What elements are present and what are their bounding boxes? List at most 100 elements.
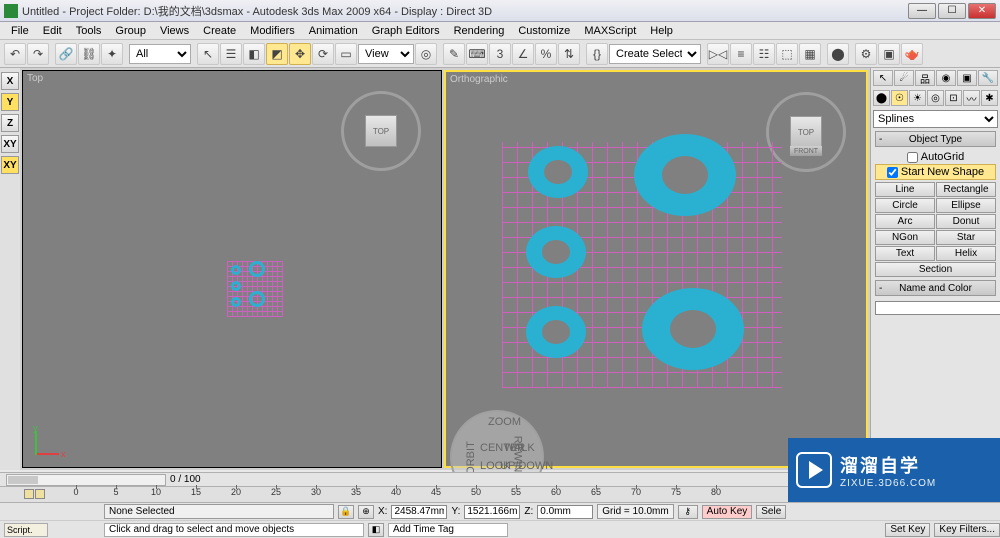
set-key-button[interactable]: Set Key [885,523,930,537]
menu-edit[interactable]: Edit [36,25,69,37]
y-coord-input[interactable] [464,505,520,519]
viewcube[interactable]: TOP [341,91,421,171]
object-name-input[interactable] [875,301,1000,315]
viewport-scrollbar[interactable] [6,474,166,486]
menu-animation[interactable]: Animation [302,25,365,37]
constrain-z-button[interactable]: Z [1,114,19,132]
manipulate-button[interactable]: ✎ [443,43,465,65]
menu-help[interactable]: Help [643,25,680,37]
key-mode-button[interactable]: ⚷ [678,505,698,519]
menu-create[interactable]: Create [196,25,243,37]
rectangle-button[interactable]: Rectangle [936,182,996,197]
select-and-move-button[interactable]: ✥ [289,43,311,65]
constrain-y-button[interactable]: Y [1,93,19,111]
viewcube-face[interactable]: TOP [365,115,397,147]
bind-spacewarp-button[interactable]: ✦ [101,43,123,65]
selection-region-button[interactable]: ◧ [243,43,265,65]
motion-tab[interactable]: ◉ [936,70,956,86]
angle-snap-button[interactable]: ∠ [512,43,534,65]
schematic-view-button[interactable]: ▦ [799,43,821,65]
ref-coord-dropdown[interactable]: View [358,44,414,64]
category-dropdown[interactable]: Splines [873,110,998,128]
menu-tools[interactable]: Tools [69,25,109,37]
cameras-button[interactable]: ◎ [927,90,944,106]
snap-toggle-button[interactable]: 3 [489,43,511,65]
select-object-button[interactable]: ↖ [197,43,219,65]
redo-button[interactable]: ↷ [27,43,49,65]
align-button[interactable]: ≡ [730,43,752,65]
viewcube-face[interactable]: TOP [790,116,822,148]
section-button[interactable]: Section [875,262,996,277]
circle-button[interactable]: Circle [875,198,935,213]
ngon-button[interactable]: NGon [875,230,935,245]
lights-button[interactable]: ☀ [909,90,926,106]
menu-modifiers[interactable]: Modifiers [243,25,302,37]
create-tab[interactable]: ↖ [873,70,893,86]
curve-editor-button[interactable]: ⬚ [776,43,798,65]
link-button[interactable]: 🔗 [55,43,77,65]
menu-rendering[interactable]: Rendering [447,25,512,37]
window-close-button[interactable]: ✕ [968,3,996,19]
text-button[interactable]: Text [875,246,935,261]
render-button[interactable]: 🫖 [901,43,923,65]
systems-button[interactable]: ✱ [981,90,998,106]
named-selection-dropdown[interactable]: Create Selection Set [609,44,701,64]
select-and-rotate-button[interactable]: ⟳ [312,43,334,65]
spacewarps-button[interactable]: 〰 [963,90,980,106]
star-button[interactable]: Star [936,230,996,245]
key-filters-button[interactable]: Key Filters... [934,523,1000,537]
comm-center-button[interactable]: ◧ [368,523,384,537]
auto-key-button[interactable]: Auto Key [702,505,753,519]
helix-button[interactable]: Helix [936,246,996,261]
select-by-name-button[interactable]: ☰ [220,43,242,65]
constrain-xy-button[interactable]: XY [1,135,19,153]
render-setup-button[interactable]: ⚙ [855,43,877,65]
undo-button[interactable]: ↶ [4,43,26,65]
select-and-scale-button[interactable]: ▭ [335,43,357,65]
selection-lock-button[interactable]: 🔒 [338,505,354,519]
helpers-button[interactable]: ⊡ [945,90,962,106]
hierarchy-tab[interactable]: 品 [915,70,935,86]
menu-customize[interactable]: Customize [511,25,577,37]
window-minimize-button[interactable]: — [908,3,936,19]
autogrid-checkbox[interactable] [907,152,918,163]
rollout-object-type[interactable]: Object Type [875,131,996,147]
menu-grapheditors[interactable]: Graph Editors [365,25,447,37]
use-pivot-button[interactable]: ◎ [415,43,437,65]
geometry-button[interactable]: ⬤ [873,90,890,106]
arc-button[interactable]: Arc [875,214,935,229]
keyboard-shortcut-button[interactable]: ⌨ [466,43,488,65]
scrollbar-thumb[interactable] [8,476,38,484]
transform-type-in-button[interactable]: ⊕ [358,505,374,519]
line-button[interactable]: Line [875,182,935,197]
edit-named-sets-button[interactable]: {} [586,43,608,65]
trackbar-toggle-icon[interactable] [24,489,34,499]
menu-views[interactable]: Views [153,25,196,37]
start-new-shape-checkbox[interactable] [887,167,898,178]
shapes-button[interactable]: ☉ [891,90,908,106]
z-coord-input[interactable] [537,505,593,519]
modify-tab[interactable]: ☄ [894,70,914,86]
viewport-top[interactable]: Top TOP xy [22,70,442,468]
menu-group[interactable]: Group [108,25,153,37]
ellipse-button[interactable]: Ellipse [936,198,996,213]
constrain-x-button[interactable]: X [1,72,19,90]
spinner-snap-button[interactable]: ⇅ [558,43,580,65]
layer-manager-button[interactable]: ☷ [753,43,775,65]
percent-snap-button[interactable]: % [535,43,557,65]
unlink-button[interactable]: ⛓ [78,43,100,65]
window-crossing-button[interactable]: ◩ [266,43,288,65]
menu-maxscript[interactable]: MAXScript [577,25,643,37]
menu-file[interactable]: File [4,25,36,37]
time-tag-input[interactable]: Add Time Tag [388,523,508,537]
selected-filter[interactable]: Sele [756,505,786,519]
donut-button[interactable]: Donut [936,214,996,229]
rendered-frame-button[interactable]: ▣ [878,43,900,65]
material-editor-button[interactable]: ⬤ [827,43,849,65]
trackbar-curve-icon[interactable] [35,489,45,499]
utilities-tab[interactable]: 🔧 [978,70,998,86]
window-maximize-button[interactable]: ☐ [938,3,966,19]
constrain-plane-button[interactable]: XY [1,156,19,174]
selection-filter-dropdown[interactable]: All [129,44,191,64]
mirror-button[interactable]: ▷◁ [707,43,729,65]
